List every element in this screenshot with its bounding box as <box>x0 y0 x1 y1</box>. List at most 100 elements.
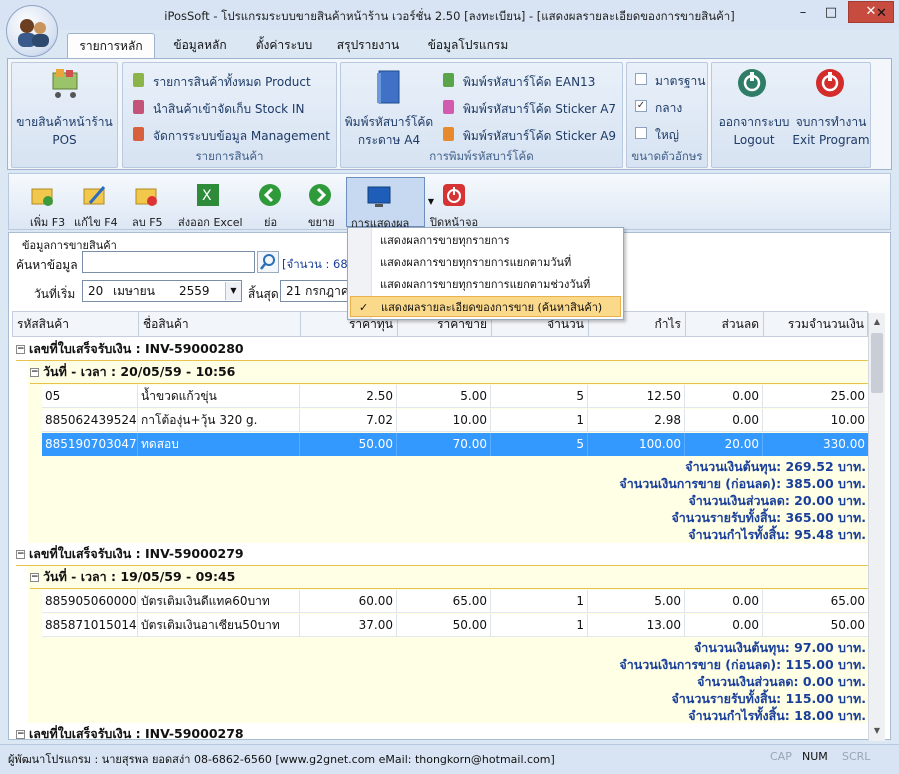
table-row[interactable]: 8858710150148 บัตรเติมเงินอาเซียน50บาท 3… <box>42 614 868 637</box>
table-row[interactable]: 05 น้ำขวดแก้วขุ่น 2.50 5.00 5 12.50 0.00… <box>42 385 868 408</box>
menu-item-all-sales[interactable]: แสดงผลการขายทุกรายการ <box>350 230 621 251</box>
tab-master-data[interactable]: ข้อมูลหลัก <box>160 33 240 58</box>
export-excel-button[interactable]: X ส่งออก Excel <box>174 183 243 229</box>
exit-label-1: จบการทำงาน <box>795 115 867 129</box>
vertical-scrollbar[interactable]: ▲ ▼ <box>868 313 885 741</box>
management-button[interactable]: จัดการระบบข้อมูล Management <box>129 125 334 145</box>
sale-datetime: วันที่ - เวลา : 20/05/59 - 10:56 <box>43 364 236 379</box>
pos-label-1: ขายสินค้าหน้าร้าน <box>16 115 113 129</box>
col-product-name[interactable]: ชื่อสินค้า <box>139 312 301 337</box>
col-discount[interactable]: ส่วนลด <box>686 312 764 337</box>
management-icon <box>133 127 144 141</box>
search-input[interactable] <box>82 251 255 273</box>
developer-info: ผู้พัฒนาโปรแกรม : นายสุรพล ยอดสง่า 08-68… <box>8 753 555 766</box>
print-sticker-a7-button[interactable]: พิมพ์รหัสบาร์โค้ด Sticker A7 <box>439 98 619 118</box>
collapse-icon[interactable]: − <box>30 573 39 582</box>
menu-item-sales-detail-label: แสดงผลรายละเอียดของการขาย (ค้นหาสินค้า) <box>381 301 603 314</box>
collapse-icon[interactable]: − <box>16 550 25 559</box>
collapse-icon[interactable]: − <box>30 368 39 377</box>
tab-reports[interactable]: สรุปรายงาน <box>328 33 408 58</box>
ribbon-close-icon[interactable]: ✕ <box>876 6 887 21</box>
font-standard-checkbox[interactable] <box>635 73 647 85</box>
app-logo[interactable] <box>6 5 58 57</box>
minimize-button[interactable]: – <box>790 3 816 23</box>
close-window-button[interactable]: ✕ <box>848 1 894 23</box>
scroll-down-icon[interactable]: ▼ <box>870 723 884 739</box>
shopping-cart-icon <box>52 69 78 98</box>
pos-button[interactable]: ขายสินค้าหน้าร้าน POS <box>12 63 117 163</box>
book-icon <box>377 70 400 104</box>
stock-in-label: นำสินค้าเข้าจัดเก็บ Stock IN <box>153 102 305 116</box>
cell-name: น้ำขวดแก้วขุ่น <box>138 385 300 408</box>
stock-in-button[interactable]: นำสินค้าเข้าจัดเก็บ Stock IN <box>129 98 334 118</box>
logout-button[interactable]: ออกจากระบบ Logout <box>714 63 790 163</box>
tab-settings[interactable]: ตั้งค่าระบบ <box>244 33 324 58</box>
delete-button[interactable]: ลบ F5 <box>128 183 168 229</box>
invoice-group-header[interactable]: − เลขที่ใบเสร็จรับเงิน : INV-59000280 <box>16 338 868 361</box>
scroll-up-icon[interactable]: ▲ <box>870 314 884 330</box>
font-large-checkbox[interactable] <box>635 127 647 139</box>
cell-code: 8850624395240 <box>42 409 138 432</box>
font-medium-option[interactable]: ✓ กลาง <box>633 98 705 116</box>
invoice-group-header[interactable]: − เลขที่ใบเสร็จรับเงิน : INV-59000279 <box>16 543 868 566</box>
font-large-option[interactable]: ใหญ่ <box>633 125 705 143</box>
cell-qty: 5 <box>491 385 588 408</box>
product-icon <box>133 73 144 87</box>
start-date-picker[interactable]: 20 เมษายน 2559 ▼ <box>82 280 242 302</box>
start-date-dropdown-icon[interactable]: ▼ <box>225 282 241 300</box>
search-button[interactable] <box>257 251 279 273</box>
summary-cost: จำนวนเงินต้นทุน: 97.00 บาท. <box>693 640 866 655</box>
menu-item-sales-by-range[interactable]: แสดงผลการขายทุกรายการแยกตามช่วงวันที่ <box>350 274 621 295</box>
collapse-icon[interactable]: − <box>16 345 25 354</box>
barcode-orange-icon <box>443 127 454 141</box>
power-off-icon <box>443 184 465 206</box>
cell-profit: 13.00 <box>588 614 685 637</box>
font-standard-option[interactable]: มาตรฐาน <box>633 71 705 89</box>
close-screen-button[interactable]: ปิดหน้าจอ <box>428 183 480 229</box>
exit-label-2: Exit Program <box>792 133 870 147</box>
barcode-pink-icon <box>443 100 454 114</box>
menu-item-sales-by-date[interactable]: แสดงผลการขายทุกรายการแยกตามวันที่ <box>350 252 621 273</box>
scroll-lock-indicator: SCRL <box>842 750 871 763</box>
exit-program-button[interactable]: จบการทำงาน Exit Program <box>792 63 870 163</box>
font-medium-checkbox[interactable]: ✓ <box>635 100 647 112</box>
print-ean13-button[interactable]: พิมพ์รหัสบาร์โค้ด EAN13 <box>439 71 619 91</box>
product-list-button[interactable]: รายการสินค้าทั้งหมด Product <box>129 71 334 91</box>
sale-datetime: วันที่ - เวลา : 19/05/59 - 09:45 <box>43 569 236 584</box>
menu-item-sales-detail[interactable]: ✓ แสดงผลรายละเอียดของการขาย (ค้นหาสินค้า… <box>350 296 621 317</box>
table-row[interactable]: 8859050600003 บัตรเติมเงินดีแทค60บาท 60.… <box>42 590 868 613</box>
col-product-code[interactable]: รหัสสินค้า <box>13 312 139 337</box>
tab-program-info[interactable]: ข้อมูลโปรแกรม <box>418 33 518 58</box>
print-sticker-a9-button[interactable]: พิมพ์รหัสบาร์โค้ด Sticker A9 <box>439 125 619 145</box>
pos-label-2: POS <box>52 133 77 147</box>
table-row-selected[interactable]: 8851907030476 ทดสอบ 50.00 70.00 5 100.00… <box>42 433 868 456</box>
window-title: iPosSoft - โปรแกรมระบบขายสินค้าหน้าร้าน … <box>164 9 735 23</box>
col-total[interactable]: รวมจำนวนเงิน <box>764 312 868 337</box>
ribbon: ขายสินค้าหน้าร้าน POS รายการสินค้าทั้งหม… <box>7 58 892 170</box>
cell-total: 10.00 <box>830 413 865 427</box>
edit-button[interactable]: แก้ไข F4 <box>72 183 122 229</box>
add-label: เพิ่ม F3 <box>30 216 66 229</box>
cell-qty: 1 <box>491 614 588 637</box>
maximize-button[interactable]: □ <box>818 3 844 23</box>
end-date-picker[interactable]: 21 กรกฎาค <box>280 280 348 302</box>
tab-main[interactable]: รายการหลัก <box>67 33 155 58</box>
excel-icon: X <box>197 184 219 206</box>
date-group-header[interactable]: − วันที่ - เวลา : 20/05/59 - 10:56 <box>30 361 868 384</box>
arrow-left-icon <box>259 184 281 206</box>
font-medium-label: กลาง <box>655 101 683 115</box>
expand-button[interactable]: ขยาย <box>302 183 342 229</box>
scroll-thumb[interactable] <box>871 333 883 393</box>
cell-cost: 60.00 <box>300 590 397 613</box>
collapse-button[interactable]: ย่อ <box>252 183 288 229</box>
group-caption-products: รายการสินค้า <box>195 149 264 163</box>
table-row[interactable]: 8850624395240 กาโต้องุ่น+วุ้น 320 g. 7.0… <box>42 409 868 432</box>
add-button[interactable]: เพิ่ม F3 <box>20 183 66 229</box>
cell-cost: 50.00 <box>300 433 397 456</box>
cell-code: 8858710150148 <box>42 614 138 637</box>
collapse-icon[interactable]: − <box>16 730 25 739</box>
date-group-header[interactable]: − วันที่ - เวลา : 19/05/59 - 09:45 <box>30 566 868 589</box>
invoice-group-header[interactable]: − เลขที่ใบเสร็จรับเงิน : INV-59000278 <box>16 723 868 746</box>
display-mode-button[interactable]: การแสดงผล <box>346 177 425 230</box>
cell-total: 65.00 <box>830 594 865 608</box>
